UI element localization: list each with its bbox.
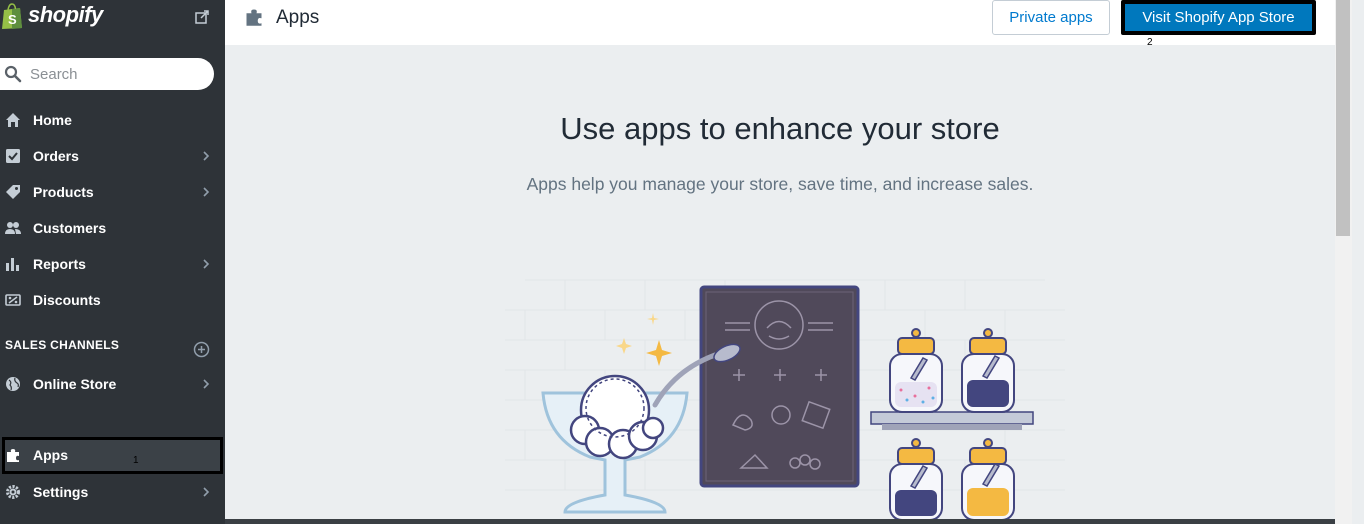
bottom-edge <box>225 519 1352 524</box>
private-apps-button[interactable]: Private apps <box>992 0 1110 35</box>
discount-icon <box>5 294 21 306</box>
scrollbar-thumb[interactable] <box>1336 0 1350 236</box>
brand[interactable]: S shopify <box>0 0 225 36</box>
svg-text:S: S <box>8 12 17 27</box>
search-icon <box>4 65 22 83</box>
chevron-right-icon <box>203 151 210 161</box>
sidebar-item-customers[interactable]: Customers <box>0 210 225 246</box>
tag-icon <box>6 185 20 199</box>
puzzle-icon <box>246 9 262 26</box>
sidebar-item-settings[interactable]: Settings <box>0 474 225 510</box>
chevron-right-icon <box>203 487 210 497</box>
section-heading-sales-channels: SALES CHANNELS <box>5 338 120 352</box>
vertical-scrollbar[interactable] <box>1335 0 1352 524</box>
sidebar-item-label: Settings <box>33 484 89 500</box>
search-input[interactable] <box>30 58 200 90</box>
bar-chart-icon <box>6 258 19 271</box>
external-link-icon[interactable] <box>195 10 209 24</box>
page-title: Apps <box>276 7 320 28</box>
chevron-right-icon <box>203 187 210 197</box>
sidebar-item-label: Online Store <box>33 376 117 392</box>
sidebar-item-discounts[interactable]: Discounts <box>0 282 225 318</box>
sidebar-item-label: Reports <box>33 256 86 272</box>
sidebar: S shopify Home Orders <box>0 0 225 524</box>
empty-state-subheading: Apps help you manage your store, save ti… <box>526 174 1034 194</box>
sidebar-item-label: Customers <box>33 220 107 236</box>
sidebar-item-online-store[interactable]: Online Store <box>0 366 225 402</box>
chevron-right-icon <box>203 379 210 389</box>
customers-icon <box>5 222 21 234</box>
gear-icon <box>6 485 20 499</box>
orders-icon <box>6 149 20 163</box>
search-box[interactable] <box>0 58 214 90</box>
sidebar-item-label: Discounts <box>33 292 101 308</box>
sidebar-item-label: Apps <box>33 447 68 463</box>
sidebar-item-label: Home <box>33 112 72 128</box>
ice-cream-shop-illustration <box>505 279 1065 520</box>
sidebar-item-apps[interactable]: Apps 1 <box>2 437 223 474</box>
main-content: Use apps to enhance your store Apps help… <box>225 45 1335 520</box>
chevron-right-icon <box>203 259 210 269</box>
top-bar: Apps Private apps Visit Shopify App Stor… <box>225 0 1335 48</box>
puzzle-icon <box>7 449 19 462</box>
brand-wordmark: shopify <box>28 2 103 27</box>
shopify-bag-icon: S <box>2 3 22 29</box>
visit-app-store-button[interactable]: Visit Shopify App Store <box>1121 0 1316 35</box>
sidebar-item-orders[interactable]: Orders <box>0 138 225 174</box>
globe-icon <box>6 377 20 391</box>
add-channel-icon[interactable] <box>193 341 210 358</box>
sidebar-item-home[interactable]: Home <box>0 102 225 138</box>
sidebar-item-label: Products <box>33 184 94 200</box>
sidebar-item-reports[interactable]: Reports <box>0 246 225 282</box>
annotation-marker: 1 <box>133 455 139 466</box>
sidebar-item-label: Orders <box>33 148 79 164</box>
empty-state-heading: Use apps to enhance your store <box>560 111 1000 146</box>
home-icon <box>6 113 20 127</box>
sidebar-item-products[interactable]: Products <box>0 174 225 210</box>
